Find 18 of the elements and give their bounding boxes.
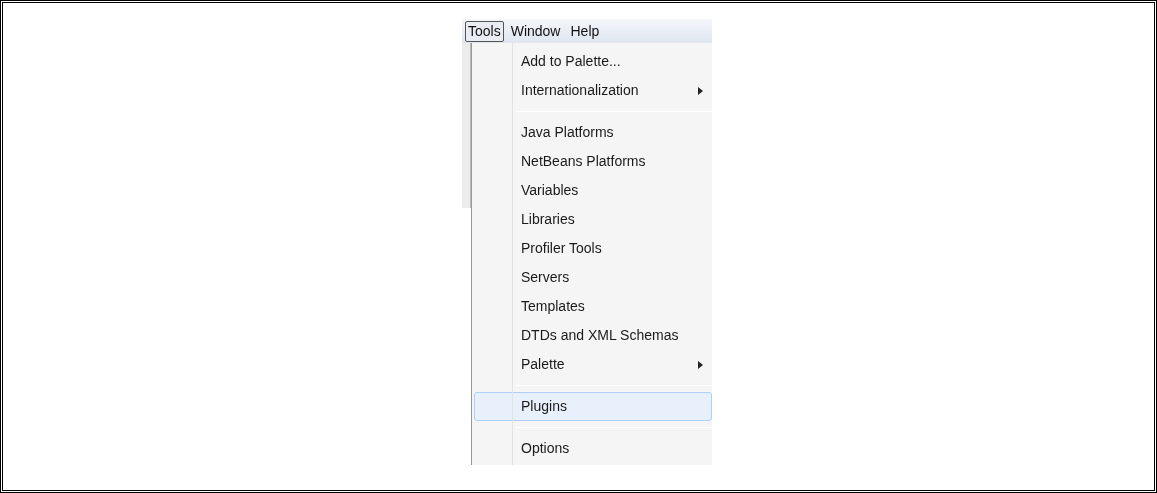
menu-item[interactable]: Add to Palette... [474, 47, 712, 76]
menu-item[interactable]: Libraries [474, 205, 712, 234]
menu-bar-item[interactable]: Window [507, 20, 564, 42]
submenu-arrow-icon [698, 360, 703, 369]
menu-item[interactable]: Variables [474, 176, 712, 205]
menu-item[interactable]: Java Platforms [474, 118, 712, 147]
menu-item[interactable]: Palette [474, 350, 712, 379]
menu-item[interactable]: Servers [474, 263, 712, 292]
menu-item[interactable]: Templates [474, 292, 712, 321]
menu-item[interactable]: Options [474, 434, 712, 463]
menu-item[interactable]: Plugins [474, 392, 712, 421]
menu-item[interactable]: DTDs and XML Schemas [474, 321, 712, 350]
menu-item[interactable]: Internationalization [474, 76, 712, 105]
menu-item[interactable]: NetBeans Platforms [474, 147, 712, 176]
menu-bar-item[interactable]: Help [567, 20, 603, 42]
menu-bar-item[interactable]: Tools [465, 20, 504, 42]
submenu-arrow-icon [698, 86, 703, 95]
menu-item[interactable]: Profiler Tools [474, 234, 712, 263]
